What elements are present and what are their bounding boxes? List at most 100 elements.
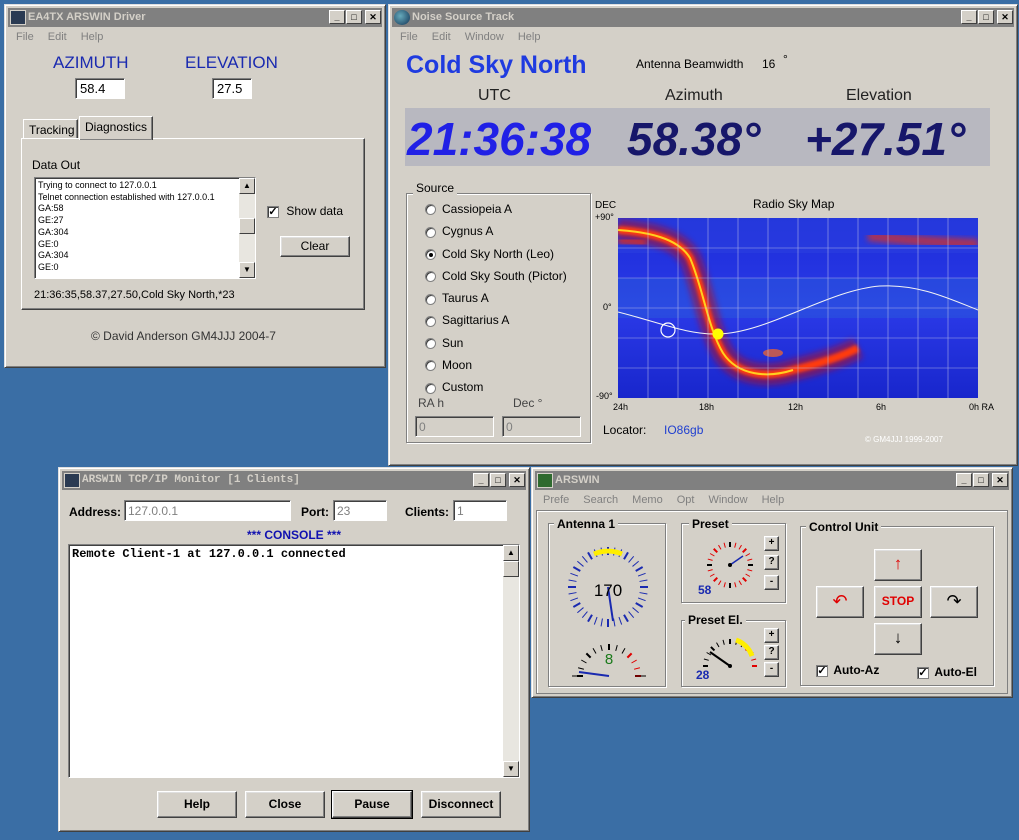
menu-window[interactable]: Window xyxy=(701,492,754,510)
status-line: 21:36:35,58.37,27.50,Cold Sky North,*23 xyxy=(34,289,235,301)
auto-el-check-icon: ✓ xyxy=(917,666,929,679)
minimize-icon[interactable]: _ xyxy=(956,473,972,487)
scroll-up-icon[interactable]: ▲ xyxy=(239,178,255,194)
ra-input[interactable]: 0 xyxy=(415,416,494,437)
pause-button[interactable]: Pause xyxy=(331,790,413,819)
disconnect-button[interactable]: Disconnect xyxy=(421,791,501,818)
port-input[interactable]: 23 xyxy=(333,500,387,521)
menu-edit[interactable]: Edit xyxy=(425,29,458,47)
minimize-icon[interactable]: _ xyxy=(473,473,489,487)
maximize-icon[interactable]: □ xyxy=(346,10,362,24)
menu-file[interactable]: File xyxy=(9,29,41,47)
clear-button[interactable]: Clear xyxy=(280,236,350,257)
scroll-thumb[interactable] xyxy=(239,218,255,234)
source-option-label: Cassiopeia A xyxy=(442,202,513,216)
source-option[interactable]: Sun xyxy=(425,336,567,358)
rotate-ccw-button[interactable]: ↶ xyxy=(816,586,864,618)
elevation-value: +27.51° xyxy=(805,113,966,165)
log-scrollbar[interactable]: ▲ ▼ xyxy=(239,178,255,278)
help-button[interactable]: Help xyxy=(157,791,237,818)
close-button[interactable]: Close xyxy=(245,791,325,818)
map-title: Radio Sky Map xyxy=(753,197,835,211)
scroll-thumb[interactable] xyxy=(503,561,519,577)
source-option[interactable]: Cassiopeia A xyxy=(425,202,567,224)
show-data-checkbox[interactable]: ✓ Show data xyxy=(267,204,343,218)
up-button[interactable]: ↑ xyxy=(874,549,922,581)
preset-dial[interactable] xyxy=(705,540,755,590)
noise-titlebar[interactable]: Noise Source Track _ □ ✕ xyxy=(392,8,1014,27)
log-line: Trying to connect to 127.0.0.1 xyxy=(38,180,157,190)
scroll-up-icon[interactable]: ▲ xyxy=(503,545,519,561)
close-icon[interactable]: ✕ xyxy=(509,473,525,487)
preset-el-dial[interactable] xyxy=(700,634,760,670)
driver-copyright: © David Anderson GM4JJJ 2004-7 xyxy=(91,329,276,343)
auto-el-checkbox[interactable]: ✓ Auto-El xyxy=(917,665,977,679)
minimize-icon[interactable]: _ xyxy=(329,10,345,24)
menu-edit[interactable]: Edit xyxy=(41,29,74,47)
elevation-heading: Elevation xyxy=(846,87,912,104)
data-out-log[interactable]: Trying to connect to 127.0.0.1 Telnet con… xyxy=(34,177,256,279)
auto-az-check-icon: ✓ xyxy=(816,664,828,677)
console-output[interactable]: Remote Client-1 at 127.0.0.1 connected ▲… xyxy=(68,544,520,778)
source-option[interactable]: Cold Sky North (Leo) xyxy=(425,247,567,269)
preset-el-plus-button[interactable]: + xyxy=(764,628,779,643)
preset-minus-button[interactable]: - xyxy=(764,575,779,590)
rotate-cw-button[interactable]: ↷ xyxy=(930,586,978,618)
preset-plus-button[interactable]: + xyxy=(764,536,779,551)
close-icon[interactable]: ✕ xyxy=(365,10,381,24)
menu-window[interactable]: Window xyxy=(458,29,511,47)
down-button[interactable]: ↓ xyxy=(874,623,922,655)
menu-help[interactable]: Help xyxy=(74,29,111,47)
radio-icon xyxy=(425,338,436,350)
dec-input[interactable]: 0 xyxy=(502,416,581,437)
menu-search[interactable]: Search xyxy=(576,492,625,510)
tab-diagnostics[interactable]: Diagnostics xyxy=(79,116,153,140)
source-option[interactable]: Moon xyxy=(425,358,567,380)
menu-memo[interactable]: Memo xyxy=(625,492,670,510)
beamwidth-unit: ° xyxy=(783,52,788,66)
elevation-dial-value: 8 xyxy=(605,651,613,668)
menu-file[interactable]: File xyxy=(393,29,425,47)
address-input[interactable]: 127.0.0.1 xyxy=(124,500,291,521)
beamwidth-label: Antenna Beamwidth xyxy=(636,57,744,71)
arswin-titlebar[interactable]: ARSWIN _ □ ✕ xyxy=(535,471,1009,490)
preset-help-button[interactable]: ? xyxy=(764,555,779,570)
source-option[interactable]: Cold Sky South (Pictor) xyxy=(425,269,567,291)
menu-help[interactable]: Help xyxy=(755,492,792,510)
auto-az-checkbox[interactable]: ✓ Auto-Az xyxy=(816,663,879,677)
menu-opt[interactable]: Opt xyxy=(670,492,702,510)
close-icon[interactable]: ✕ xyxy=(997,10,1013,24)
elevation-field[interactable]: 27.5 xyxy=(212,78,252,99)
tab-tracking[interactable]: Tracking xyxy=(23,119,78,139)
preset-el-help-button[interactable]: ? xyxy=(764,645,779,660)
preset-el-minus-button[interactable]: - xyxy=(764,662,779,677)
driver-titlebar[interactable]: EA4TX ARSWIN Driver _ □ ✕ xyxy=(8,8,382,27)
menu-prefe[interactable]: Prefe xyxy=(536,492,576,510)
source-option[interactable]: Custom xyxy=(425,380,567,402)
maximize-icon[interactable]: □ xyxy=(973,473,989,487)
radio-icon xyxy=(425,360,436,372)
utc-value: 21:36:38 xyxy=(407,113,592,165)
azimuth-field[interactable]: 58.4 xyxy=(75,78,125,99)
source-option-label: Taurus A xyxy=(442,291,489,306)
minimize-icon[interactable]: _ xyxy=(961,10,977,24)
monitor-titlebar[interactable]: ARSWIN TCP/IP Monitor [1 Clients] _ □ ✕ xyxy=(62,471,526,490)
radio-icon xyxy=(425,382,436,394)
menu-help[interactable]: Help xyxy=(511,29,548,47)
log-line: Telnet connection established with 127.0… xyxy=(38,191,215,202)
scroll-down-icon[interactable]: ▼ xyxy=(503,761,519,777)
clients-input[interactable]: 1 xyxy=(453,500,507,521)
arrow-down-icon: ↓ xyxy=(893,628,903,647)
source-option[interactable]: Sagittarius A xyxy=(425,313,567,335)
maximize-icon[interactable]: □ xyxy=(490,473,506,487)
close-icon[interactable]: ✕ xyxy=(992,473,1008,487)
auto-el-label: Auto-El xyxy=(934,665,977,679)
radio-sky-map[interactable] xyxy=(618,218,978,398)
source-option[interactable]: Taurus A xyxy=(425,291,567,313)
scroll-down-icon[interactable]: ▼ xyxy=(239,262,255,278)
stop-button[interactable]: STOP xyxy=(874,586,922,618)
console-scrollbar[interactable]: ▲ ▼ xyxy=(503,545,519,777)
azimuth-dial-value: 170 xyxy=(594,581,622,600)
source-option[interactable]: Cygnus A xyxy=(425,224,567,246)
maximize-icon[interactable]: □ xyxy=(978,10,994,24)
